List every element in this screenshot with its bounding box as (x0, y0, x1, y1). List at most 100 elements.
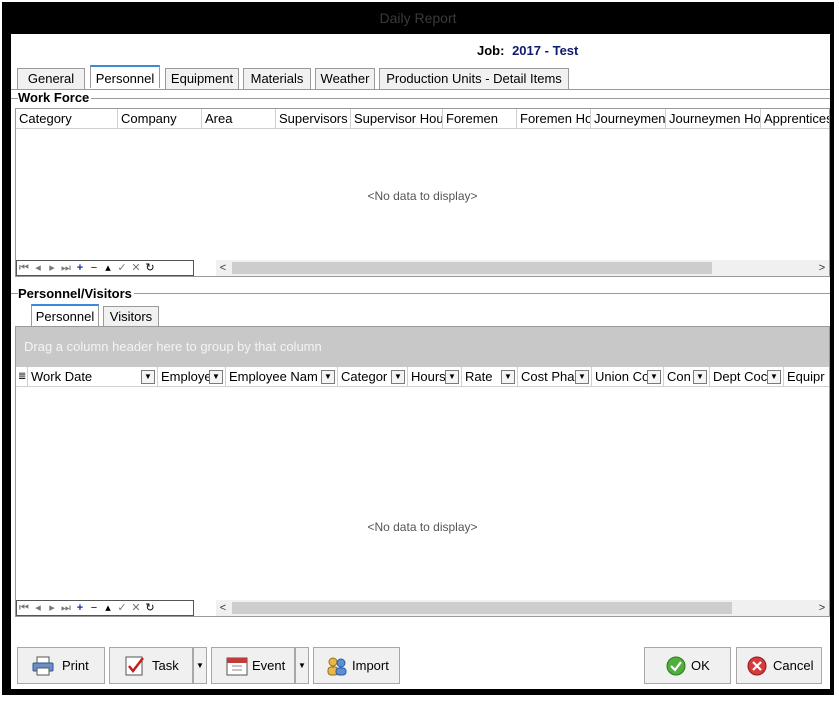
nav-add-icon[interactable]: + (73, 601, 87, 615)
nav-next-icon[interactable]: ▸ (45, 601, 59, 615)
tab-personnel[interactable]: Personnel (90, 65, 160, 88)
col-foremen[interactable]: Foremen (443, 109, 517, 128)
job-number: 2017 (512, 43, 541, 58)
work-force-grid: Category Company Area Supervisors Superv… (15, 108, 830, 277)
col-category-label: Categor (341, 369, 388, 384)
tab-materials[interactable]: Materials (243, 68, 311, 89)
col-hours[interactable]: Hours ▼ (408, 367, 462, 386)
printer-icon (32, 656, 54, 676)
work-force-header-row: Category Company Area Supervisors Superv… (16, 109, 829, 129)
col-con[interactable]: Con ▼ (664, 367, 710, 386)
filter-dropdown-icon[interactable]: ▼ (693, 370, 707, 384)
col-apprentices[interactable]: Apprentices (761, 109, 829, 128)
ok-check-icon (666, 656, 686, 676)
filter-dropdown-icon[interactable]: ▼ (209, 370, 223, 384)
work-force-hscroll[interactable]: < > (216, 260, 829, 276)
col-company[interactable]: Company (118, 109, 202, 128)
personnel-header-row: ≣ Work Date ▼ Employe ▼ Employee Nam ▼ C… (16, 367, 829, 387)
cancel-button[interactable]: Cancel (736, 647, 822, 684)
nav-cancel-icon[interactable]: ✕ (129, 261, 143, 275)
col-employee-name[interactable]: Employee Nam ▼ (226, 367, 338, 386)
nav-prev-page-icon[interactable]: ◂ (31, 261, 45, 275)
task-button[interactable]: Task (109, 647, 193, 684)
scroll-thumb[interactable] (232, 602, 732, 614)
filter-dropdown-icon[interactable]: ▼ (391, 370, 405, 384)
personnel-visitors-title: Personnel/Visitors (18, 286, 134, 301)
personnel-empty-text: <No data to display> (367, 520, 478, 534)
row-selector-icon[interactable]: ≣ (16, 367, 28, 386)
col-cost-phase[interactable]: Cost Pha ▼ (518, 367, 592, 386)
job-separator: - (544, 43, 549, 58)
col-category[interactable]: Categor ▼ (338, 367, 408, 386)
event-button[interactable]: Event (211, 647, 295, 684)
col-area[interactable]: Area (202, 109, 276, 128)
col-union-code-label: Union Co (595, 369, 647, 384)
work-force-group-border (11, 98, 830, 99)
nav-prev-page-icon[interactable]: ◂ (31, 601, 45, 615)
col-supervisors[interactable]: Supervisors (276, 109, 351, 128)
print-button[interactable]: Print (17, 647, 105, 684)
scroll-right-icon[interactable]: > (815, 600, 829, 616)
filter-dropdown-icon[interactable]: ▼ (575, 370, 589, 384)
ok-button[interactable]: OK (644, 647, 731, 684)
scroll-left-icon[interactable]: < (216, 600, 230, 616)
nav-last-icon[interactable]: ⏭ (59, 601, 73, 615)
filter-dropdown-icon[interactable]: ▼ (321, 370, 335, 384)
col-work-date[interactable]: Work Date ▼ (28, 367, 158, 386)
col-equipment-label: Equipr (787, 369, 825, 384)
nav-up-icon[interactable]: ▴ (101, 261, 115, 275)
work-force-navigator[interactable]: ⏮ ◂ ▸ ⏭ + − ▴ ✓ ✕ ↻ (16, 260, 194, 276)
subtab-personnel[interactable]: Personnel (31, 304, 99, 326)
col-journeymen-hours[interactable]: Journeymen Ho (666, 109, 761, 128)
col-employee[interactable]: Employe ▼ (158, 367, 226, 386)
nav-confirm-icon[interactable]: ✓ (115, 601, 129, 615)
scroll-right-icon[interactable]: > (815, 260, 829, 276)
col-foremen-hours[interactable]: Foremen Ho (517, 109, 591, 128)
tab-production-units[interactable]: Production Units - Detail Items (379, 68, 569, 89)
tab-equipment[interactable]: Equipment (165, 68, 239, 89)
ok-button-label: OK (691, 658, 710, 673)
personnel-hscroll[interactable]: < > (216, 600, 829, 616)
filter-dropdown-icon[interactable]: ▼ (767, 370, 781, 384)
scroll-left-icon[interactable]: < (216, 260, 230, 276)
nav-delete-icon[interactable]: − (87, 261, 101, 275)
filter-dropdown-icon[interactable]: ▼ (647, 370, 661, 384)
tab-general[interactable]: General (17, 68, 85, 89)
nav-first-icon[interactable]: ⏮ (17, 601, 31, 615)
tab-weather[interactable]: Weather (315, 68, 375, 89)
nav-confirm-icon[interactable]: ✓ (115, 261, 129, 275)
filter-dropdown-icon[interactable]: ▼ (501, 370, 515, 384)
col-category[interactable]: Category (16, 109, 118, 128)
col-union-code[interactable]: Union Co ▼ (592, 367, 664, 386)
nav-refresh-icon[interactable]: ↻ (143, 601, 157, 615)
task-checklist-icon (125, 656, 144, 676)
filter-dropdown-icon[interactable]: ▼ (445, 370, 459, 384)
nav-refresh-icon[interactable]: ↻ (143, 261, 157, 275)
print-button-label: Print (62, 658, 89, 673)
nav-up-icon[interactable]: ▴ (101, 601, 115, 615)
nav-add-icon[interactable]: + (73, 261, 87, 275)
job-label: Job: (477, 43, 505, 58)
nav-next-icon[interactable]: ▸ (45, 261, 59, 275)
nav-delete-icon[interactable]: − (87, 601, 101, 615)
event-dropdown-icon[interactable]: ▼ (295, 647, 309, 684)
import-button-label: Import (352, 658, 389, 673)
nav-cancel-icon[interactable]: ✕ (129, 601, 143, 615)
filter-dropdown-icon[interactable]: ▼ (141, 370, 155, 384)
personnel-navigator[interactable]: ⏮ ◂ ▸ ⏭ + − ▴ ✓ ✕ ↻ (16, 600, 194, 616)
cancel-x-icon (747, 656, 767, 676)
col-equipment[interactable]: Equipr (784, 367, 829, 386)
col-dept-code[interactable]: Dept Coc ▼ (710, 367, 784, 386)
import-button[interactable]: Import (313, 647, 400, 684)
subtab-visitors[interactable]: Visitors (103, 306, 159, 326)
daily-report-window: Daily Report Job: 2017 - Test General Pe… (2, 2, 834, 695)
task-dropdown-icon[interactable]: ▼ (193, 647, 207, 684)
nav-first-icon[interactable]: ⏮ (17, 261, 31, 275)
nav-last-icon[interactable]: ⏭ (59, 261, 73, 275)
main-tabstrip: General Personnel Equipment Materials We… (11, 65, 830, 90)
col-rate[interactable]: Rate ▼ (462, 367, 518, 386)
group-by-panel[interactable]: Drag a column header here to group by th… (16, 327, 829, 367)
col-journeymen[interactable]: Journeymen (591, 109, 666, 128)
scroll-thumb[interactable] (232, 262, 712, 274)
col-supervisor-hours[interactable]: Supervisor Hou (351, 109, 443, 128)
